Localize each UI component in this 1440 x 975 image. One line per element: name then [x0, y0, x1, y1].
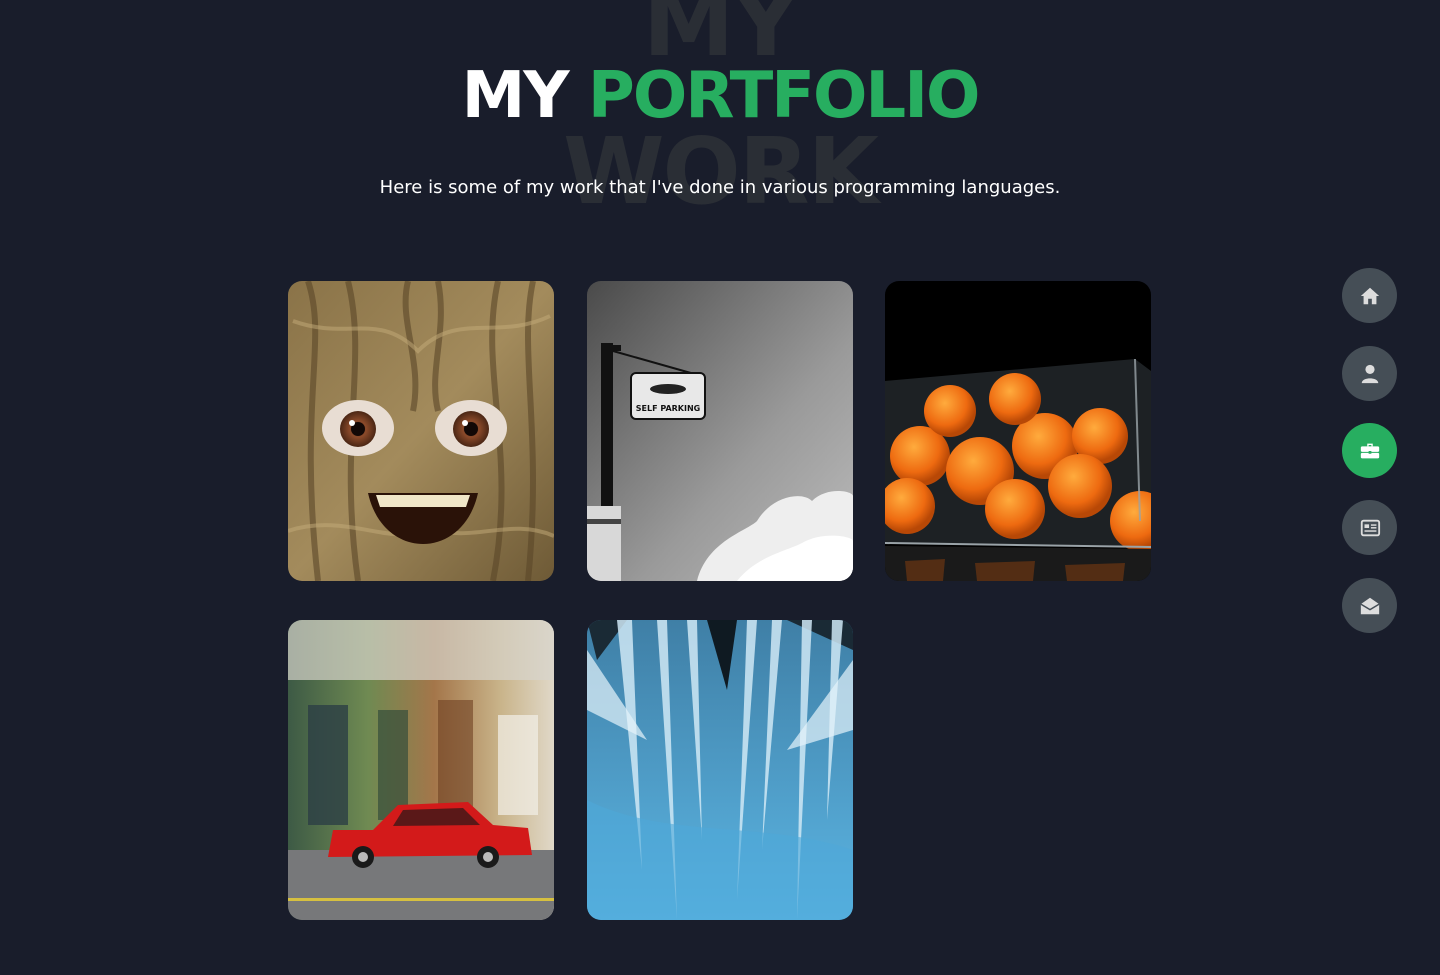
- nav-home-button[interactable]: [1342, 268, 1397, 323]
- portfolio-item-red-car[interactable]: [288, 620, 554, 920]
- background-word-bottom: WORK: [563, 118, 879, 225]
- portfolio-item-ice-cave[interactable]: [587, 620, 853, 920]
- title-accent: PORTFOLIO: [587, 59, 980, 133]
- portfolio-item-self-parking[interactable]: SELF PARKING: [587, 281, 853, 581]
- user-icon: [1361, 364, 1378, 383]
- portfolio-item-tree-face[interactable]: [288, 281, 554, 581]
- page-title: MY PORTFOLIO: [0, 58, 1440, 134]
- nav-about-button[interactable]: [1342, 346, 1397, 401]
- blue-ice-cave-photo: [587, 620, 853, 920]
- envelope-open-icon: [1359, 597, 1380, 614]
- newspaper-icon: [1360, 519, 1380, 536]
- nav-contact-button[interactable]: [1342, 578, 1397, 633]
- nav-blog-button[interactable]: [1342, 500, 1397, 555]
- page-subtitle: Here is some of my work that I've done i…: [379, 177, 1061, 198]
- section-heading: MY WORK MY PORTFOLIO Here is some of my …: [0, 0, 1440, 230]
- portfolio-item-oranges[interactable]: [885, 281, 1151, 581]
- home-icon: [1360, 287, 1379, 304]
- nav-portfolio-button[interactable]: [1342, 423, 1397, 478]
- oranges-in-glass-photo: [885, 281, 1151, 581]
- title-main: MY: [461, 59, 570, 133]
- portfolio-page: MY WORK MY PORTFOLIO Here is some of my …: [0, 0, 1440, 975]
- self-parking-sign-photo: SELF PARKING: [587, 281, 853, 581]
- red-car-motion-blur-photo: [288, 620, 554, 920]
- svg-text:SELF PARKING: SELF PARKING: [636, 404, 701, 413]
- briefcase-icon: [1360, 443, 1379, 458]
- tree-bark-face-photo: [288, 281, 554, 581]
